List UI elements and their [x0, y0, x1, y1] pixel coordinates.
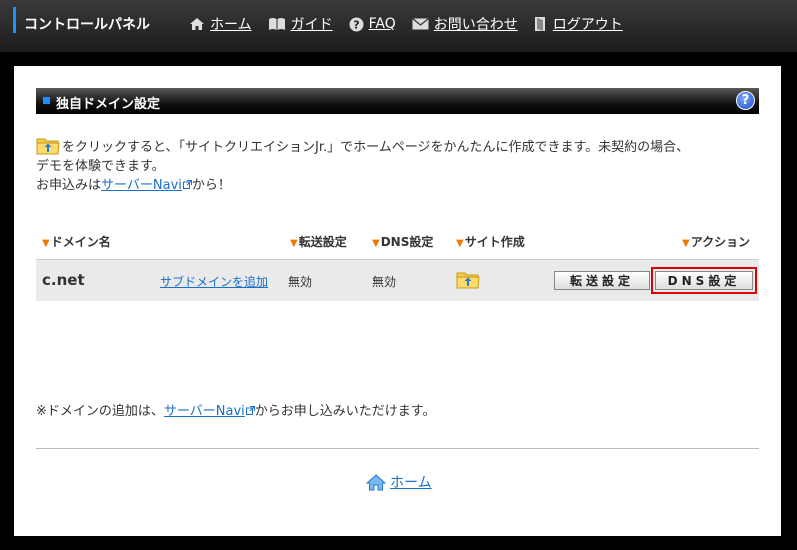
footer-note: ※ドメインの追加は、サーバーNavi からお申し込みいただけます。 [36, 400, 435, 419]
nav-contact-link[interactable]: お問い合わせ [411, 14, 518, 34]
nav-contact-label: お問い合わせ [433, 17, 518, 33]
footer-home-link[interactable]: ホーム [366, 472, 432, 492]
help-icon[interactable]: ? [736, 91, 755, 110]
app-title: コントロールパネル [24, 17, 150, 33]
nav-home-link[interactable]: ホーム [189, 14, 252, 34]
book-icon [268, 18, 285, 30]
table-row: c.net サブドメインを追加 無効 無効 転送設定 DNS設定 [36, 259, 759, 301]
divider [36, 448, 759, 449]
dns-status: 無効 [372, 275, 397, 289]
intro-text: をクリックすると、「サイトクリエイションJr.」でホームページをかんたんに作成で… [36, 136, 759, 195]
note-suffix: からお申し込みいただけます。 [254, 404, 436, 419]
site-create-folder-icon [36, 138, 60, 155]
server-navi-link[interactable]: サーバーNavi [101, 178, 182, 193]
external-link-icon [182, 180, 192, 189]
nav-logout-link[interactable]: ログアウト [534, 14, 623, 34]
nav-guide-label: ガイド [290, 17, 333, 33]
header-dns: ▼DNS設定 [372, 235, 434, 249]
external-link-icon [245, 406, 255, 415]
header-domain: ▼ドメイン名 [42, 235, 111, 249]
section-bullet [43, 97, 50, 104]
intro-line-1: をクリックすると、「サイトクリエイションJr.」でホームページをかんたんに作成で… [36, 136, 759, 157]
nav-faq-label: FAQ [368, 16, 396, 32]
domain-name: c.net [42, 271, 85, 289]
intro-line-3: お申込みはサーバーNavi から！ [36, 176, 759, 195]
nav-logout-label: ログアウト [552, 17, 623, 33]
server-navi-link-note[interactable]: サーバーNavi [164, 404, 245, 419]
note-prefix: ※ドメインの追加は、 [36, 404, 164, 419]
nav-home-label: ホーム [210, 17, 252, 33]
section-title: 独自ドメイン設定 [56, 97, 161, 112]
door-icon [534, 17, 545, 31]
add-subdomain-link[interactable]: サブドメインを追加 [160, 273, 268, 290]
top-bar: コントロールパネル ホーム ガイド ? FAQ お問い合わせ ログアウト [0, 0, 797, 52]
home-icon [190, 18, 204, 30]
footer-home-label: ホーム [390, 475, 432, 491]
main-panel: 独自ドメイン設定 ? をクリックすると、「サイトクリエイションJr.」でホームペ… [14, 66, 781, 536]
section-header: 独自ドメイン設定 ? [36, 88, 759, 114]
mail-icon [411, 18, 429, 30]
site-create-button[interactable] [456, 270, 480, 293]
intro-line-2: デモを体験できます。 [36, 159, 165, 174]
header-forward: ▼転送設定 [290, 235, 347, 249]
intro-line-3-suffix: から！ [191, 178, 231, 193]
dns-settings-button[interactable]: DNS設定 [655, 271, 753, 290]
header-site-create: ▼サイト作成 [456, 235, 525, 249]
home-icon [366, 473, 386, 490]
site-create-folder-icon [456, 272, 480, 289]
header-action: ▼アクション [682, 235, 751, 249]
brand-accent-bar [13, 7, 16, 33]
intro-line-3-prefix: お申込みは [36, 178, 102, 193]
nav-faq-link[interactable]: ? FAQ [349, 16, 396, 32]
forward-settings-button[interactable]: 転送設定 [554, 271, 650, 290]
nav-guide-link[interactable]: ガイド [268, 14, 333, 34]
top-nav: ホーム ガイド ? FAQ お問い合わせ ログアウト [189, 14, 639, 34]
intro-line-1-text: をクリックすると、「サイトクリエイションJr.」でホームページをかんたんに作成で… [62, 140, 690, 155]
svg-text:?: ? [353, 18, 359, 31]
question-icon: ? [349, 17, 364, 31]
forward-status: 無効 [288, 275, 313, 289]
